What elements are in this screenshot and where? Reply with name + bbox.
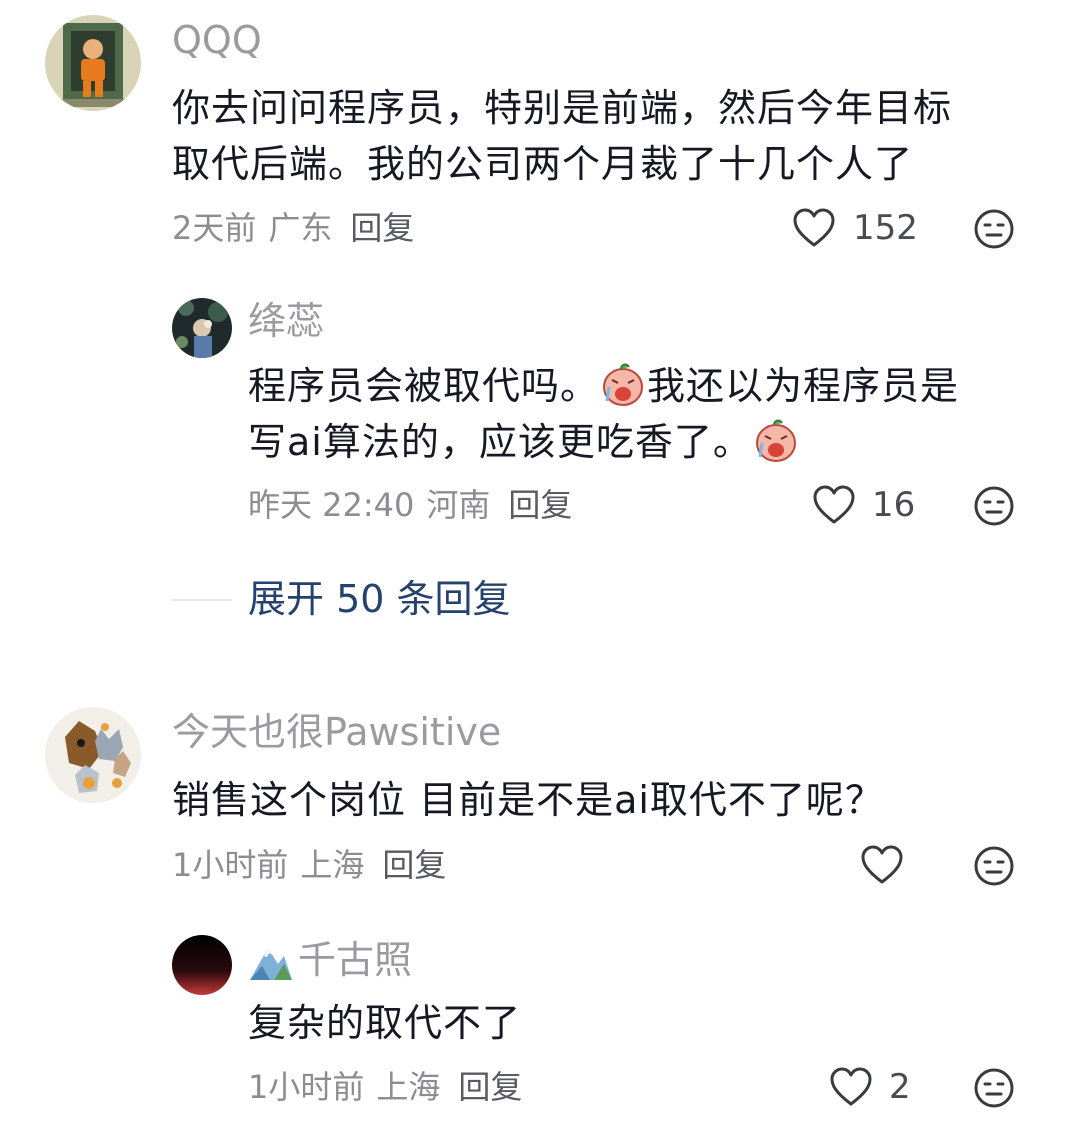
reply-username[interactable]: 千古照 <box>298 937 412 983</box>
heart-icon[interactable] <box>792 207 836 249</box>
reply-time: 1小时前 <box>248 1068 365 1106</box>
comment-time: 1小时前 <box>172 846 289 884</box>
comment-text: 销售这个岗位 目前是不是ai取代不了呢？ <box>172 778 884 822</box>
reply-avatar[interactable] <box>172 298 232 358</box>
like-count: 152 <box>853 208 918 248</box>
reply-button[interactable]: 回复 <box>508 486 572 524</box>
like-count: 2 <box>889 1067 911 1107</box>
avatar-image <box>45 707 141 803</box>
reply-avatar-image <box>172 298 232 358</box>
expand-replies-button[interactable]: 展开 50 条回复 <box>248 576 511 622</box>
comment-time: 2天前 <box>172 209 257 247</box>
comment-meta: 2天前 广东 回复 <box>172 208 414 248</box>
reply-location: 上海 <box>376 1068 441 1106</box>
like-count: 16 <box>872 485 916 525</box>
reply-time: 昨天 22:40 <box>248 486 415 524</box>
neutral-face-icon[interactable] <box>973 485 1015 527</box>
reply-text-line-2: 写ai算法的，应该更吃香了。 <box>248 414 800 479</box>
avatar-image <box>45 15 141 111</box>
comment-text-line-1: 你去问问程序员，特别是前端，然后今年目标 <box>172 86 953 130</box>
reply-button[interactable]: 回复 <box>382 846 446 884</box>
neutral-face-icon[interactable] <box>973 208 1015 250</box>
reply-text-part-3: 写ai算法的，应该更吃香了。 <box>248 420 752 464</box>
reply-button[interactable]: 回复 <box>458 1068 522 1106</box>
heart-icon[interactable] <box>860 844 904 886</box>
comment-username[interactable]: 今天也很Pawsitive <box>172 709 501 755</box>
comment-location: 上海 <box>300 846 365 884</box>
crying-face-sticker-icon <box>754 417 798 479</box>
reply-location: 河南 <box>426 486 491 524</box>
neutral-face-icon[interactable] <box>973 1067 1015 1109</box>
reply-button[interactable]: 回复 <box>350 209 414 247</box>
avatar[interactable] <box>45 15 141 111</box>
comment-text-line-2: 取代后端。我的公司两个月裁了十几个人了 <box>172 142 914 186</box>
avatar[interactable] <box>45 707 141 803</box>
reply-text-part-2: 我还以为程序员是 <box>647 364 960 408</box>
reply-text-part-1: 程序员会被取代吗。 <box>248 364 600 408</box>
reply-avatar-image <box>172 935 232 995</box>
expand-divider <box>172 599 232 601</box>
mountain-badge-icon <box>248 942 294 982</box>
reply-meta: 昨天 22:40 河南 回复 <box>248 485 572 525</box>
reply-text: 复杂的取代不了 <box>248 1001 522 1045</box>
reply-avatar[interactable] <box>172 935 232 995</box>
reply-username[interactable]: 绛蕊 <box>248 298 324 344</box>
heart-icon[interactable] <box>812 484 856 526</box>
comment-username[interactable]: QQQ <box>172 17 262 63</box>
heart-icon[interactable] <box>829 1066 873 1108</box>
comment-location: 广东 <box>268 209 333 247</box>
reply-meta: 1小时前 上海 回复 <box>248 1067 522 1107</box>
neutral-face-icon[interactable] <box>973 845 1015 887</box>
comment-meta: 1小时前 上海 回复 <box>172 845 446 885</box>
